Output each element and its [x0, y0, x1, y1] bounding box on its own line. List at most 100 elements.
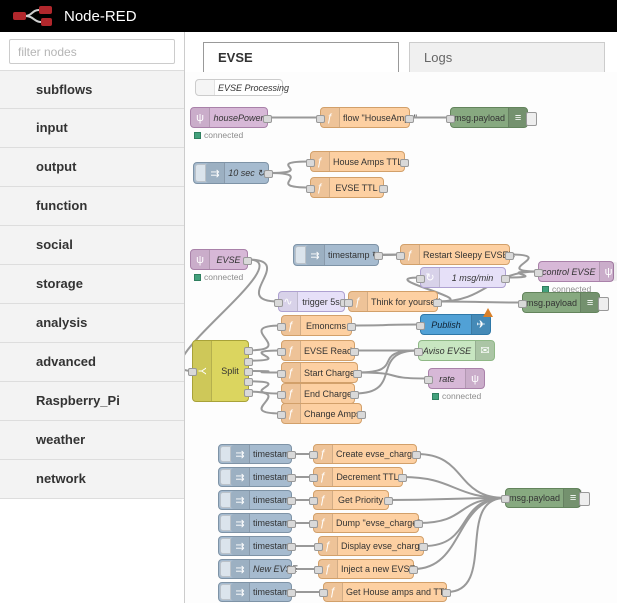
output-port[interactable] — [353, 369, 362, 378]
wire[interactable] — [268, 172, 311, 189]
node-housePower[interactable]: ψ housePower — [190, 107, 272, 128]
inject-button[interactable] — [220, 492, 231, 508]
output-port[interactable] — [350, 390, 359, 399]
sidebar-item-raspberry_pi[interactable]: Raspberry_Pi — [0, 382, 184, 421]
node-ts_c[interactable]: ⇉ timestamp — [218, 490, 296, 510]
sidebar-item-advanced[interactable]: advanced — [0, 343, 184, 382]
inject-button[interactable] — [220, 584, 231, 600]
node-decrement[interactable]: ƒ Decrement TTL — [309, 467, 407, 487]
node-think[interactable]: ƒ Think for yourself — [344, 291, 442, 312]
wire[interactable] — [416, 453, 506, 499]
input-port[interactable] — [277, 322, 286, 331]
node-houseAmps[interactable]: ƒ flow "HouseAmps" — [316, 107, 417, 128]
node-tensec[interactable]: ⇉ 10 sec ↻ — [193, 162, 273, 184]
sidebar-item-input[interactable]: input — [0, 109, 184, 148]
output-port[interactable] — [379, 184, 388, 193]
input-port[interactable] — [309, 497, 318, 505]
input-port[interactable] — [277, 390, 286, 399]
node-newevse[interactable]: ⇉ New EVSE — [218, 559, 298, 579]
inject-button[interactable] — [220, 515, 231, 531]
output-port[interactable] — [505, 251, 514, 260]
node-ts_e[interactable]: ⇉ timestamp — [218, 536, 296, 556]
wire[interactable] — [446, 497, 506, 593]
output-port[interactable] — [287, 520, 296, 528]
output-port[interactable] — [264, 170, 273, 178]
node-ts_a[interactable]: ⇉ timestamp — [218, 444, 296, 464]
node-evsettl[interactable]: ƒ EVSE TTL — [306, 177, 388, 198]
input-port[interactable] — [416, 274, 425, 283]
sidebar-item-subflows[interactable]: subflows — [0, 70, 184, 109]
sidebar-item-function[interactable]: function — [0, 187, 184, 226]
output-port[interactable] — [287, 474, 296, 482]
output-port[interactable] — [398, 474, 407, 482]
output-port[interactable] — [414, 520, 423, 528]
output-port[interactable] — [244, 357, 253, 366]
output-port[interactable] — [347, 322, 356, 331]
node-controlevse[interactable]: control EVSE ψ — [534, 261, 617, 282]
output-port[interactable] — [263, 114, 272, 123]
output-port[interactable] — [357, 410, 366, 419]
node-getpriority[interactable]: ƒ Get Priority — [309, 490, 393, 510]
node-ts_f[interactable]: ⇉ timestamp — [218, 582, 296, 602]
output-port[interactable] — [501, 274, 510, 283]
output-port[interactable] — [243, 256, 252, 265]
input-port[interactable] — [518, 299, 527, 308]
output-port[interactable] — [244, 368, 253, 376]
node-evse[interactable]: ψ EVSE — [190, 249, 252, 270]
sidebar-item-network[interactable]: network — [0, 460, 184, 499]
output-port[interactable] — [412, 451, 421, 459]
inject-button[interactable] — [220, 561, 231, 577]
wire[interactable] — [357, 371, 429, 380]
output-port[interactable] — [384, 497, 393, 505]
wire[interactable] — [413, 497, 506, 570]
inject-button[interactable] — [195, 164, 206, 182]
wire[interactable] — [351, 323, 421, 327]
input-port[interactable] — [501, 495, 510, 503]
sidebar-item-storage[interactable]: storage — [0, 265, 184, 304]
node-houseampsttl[interactable]: ƒ House Amps TTL — [306, 151, 409, 172]
input-port[interactable] — [396, 251, 405, 260]
node-injectnew[interactable]: ƒ Inject a new EVSE — [314, 559, 418, 579]
node-emoncms[interactable]: ƒ Emoncms — [277, 315, 356, 336]
node-onemsgmin[interactable]: ↻ 1 msg/min — [416, 267, 510, 288]
tab-evse[interactable]: EVSE — [203, 42, 399, 72]
output-port[interactable] — [442, 589, 451, 597]
node-comment1[interactable]: EVSE Processing — [195, 79, 289, 96]
output-port[interactable] — [244, 388, 253, 397]
input-port[interactable] — [277, 410, 286, 419]
node-evseready[interactable]: ƒ EVSE Ready — [277, 340, 359, 361]
node-restart[interactable]: ƒ Restart Sleepy EVSE's — [396, 244, 515, 265]
wire[interactable] — [402, 476, 506, 499]
filter-nodes-input[interactable] — [9, 39, 175, 64]
debug-toggle-tab[interactable] — [579, 492, 590, 506]
sidebar-item-weather[interactable]: weather — [0, 421, 184, 460]
input-port[interactable] — [424, 375, 433, 384]
node-changeamps[interactable]: ƒ Change Amps — [277, 403, 366, 424]
sidebar-item-analysis[interactable]: analysis — [0, 304, 184, 343]
input-port[interactable] — [277, 347, 286, 356]
wire[interactable] — [268, 160, 311, 174]
output-port[interactable] — [350, 347, 359, 356]
input-port[interactable] — [309, 474, 318, 482]
node-aviso[interactable]: Aviso EVSE ✉ — [414, 340, 495, 361]
input-port[interactable] — [306, 158, 315, 167]
sidebar-item-output[interactable]: output — [0, 148, 184, 187]
output-port[interactable] — [244, 378, 253, 387]
input-port[interactable] — [309, 520, 318, 528]
input-port[interactable] — [306, 184, 315, 193]
output-port[interactable] — [400, 158, 409, 167]
input-port[interactable] — [344, 298, 353, 307]
input-port[interactable] — [314, 566, 323, 574]
inject-button[interactable] — [220, 469, 231, 485]
output-port[interactable] — [244, 347, 253, 356]
node-msgpayload3[interactable]: msg.payload ≡ — [501, 488, 590, 508]
output-port[interactable] — [287, 589, 296, 597]
output-port[interactable] — [409, 566, 418, 574]
node-trigger5s[interactable]: ∿ trigger 5s — [274, 291, 349, 312]
node-create[interactable]: ƒ Create evse_charge — [309, 444, 421, 464]
node-timestamp1[interactable]: ⇉ timestamp ↻ — [293, 244, 383, 266]
output-port[interactable] — [419, 543, 428, 551]
inject-button[interactable] — [220, 538, 231, 554]
input-port[interactable] — [319, 589, 328, 597]
node-dump[interactable]: ƒ Dump "evse_charge" — [309, 513, 423, 533]
